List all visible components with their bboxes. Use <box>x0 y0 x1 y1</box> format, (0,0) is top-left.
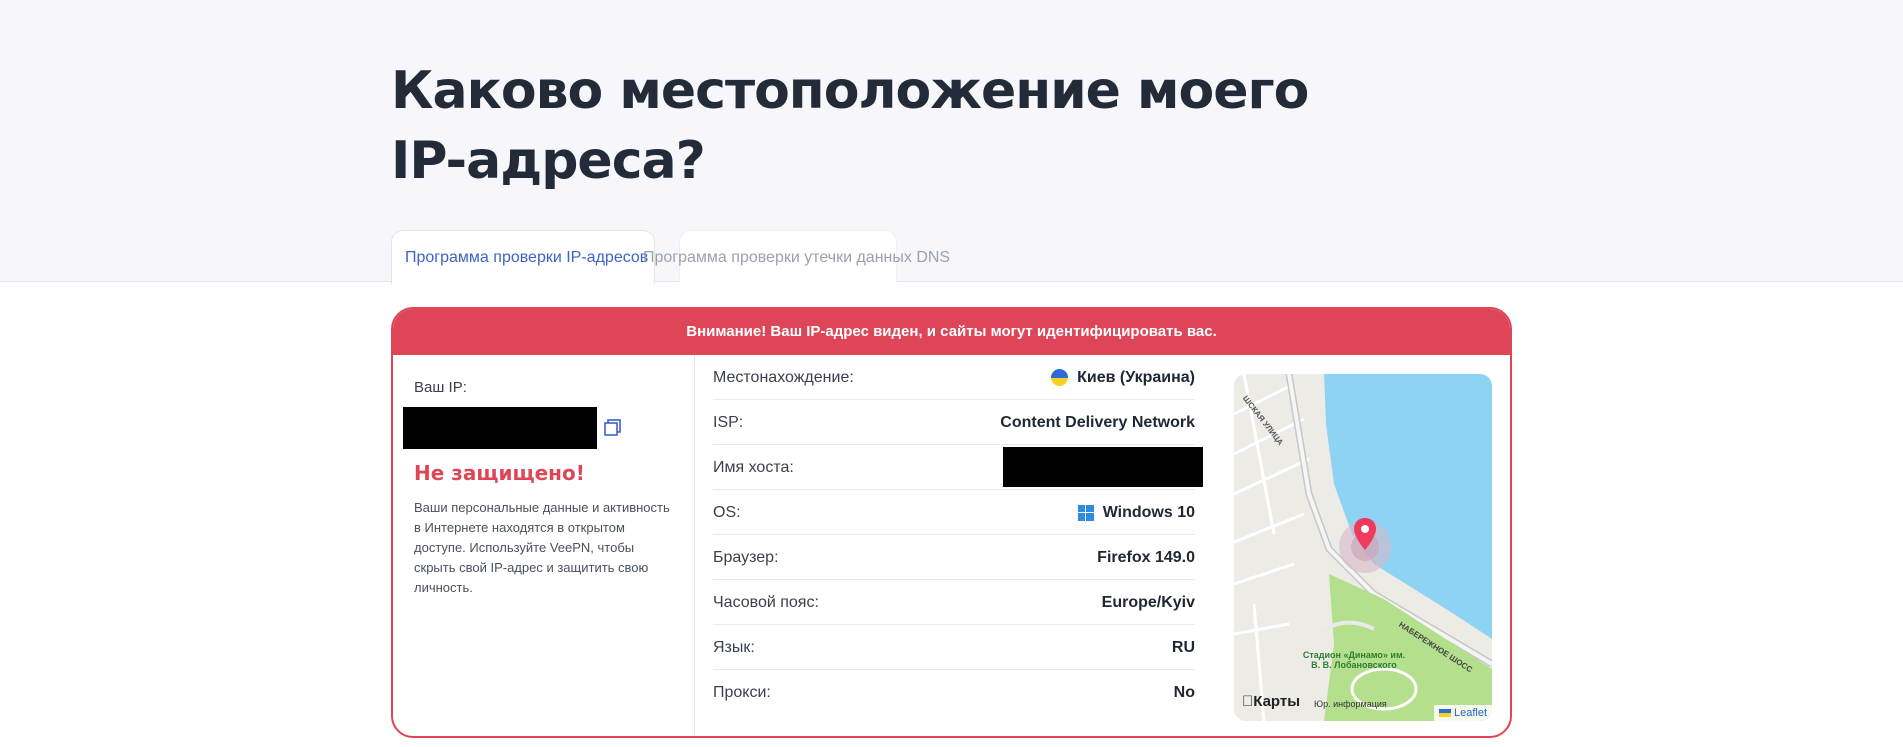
unprotected-status: Не защищено! <box>414 461 585 485</box>
row-hostname: Имя хоста: <box>713 445 1203 490</box>
isp-label: ISP: <box>713 414 744 431</box>
map-legal-link[interactable]: Юр. информация <box>1314 699 1387 709</box>
proxy-label: Прокси: <box>713 684 771 701</box>
hostname-redacted <box>1003 447 1203 487</box>
timezone-value: Europe/Kyiv <box>1101 594 1195 611</box>
isp-value: Content Delivery Network <box>1000 414 1195 431</box>
row-language: Язык: RU <box>713 625 1195 670</box>
tab-dns-leak-label: Программа проверки утечки данных DNS <box>643 249 951 266</box>
timezone-label: Часовой пояс: <box>713 594 819 611</box>
info-table: Местонахождение: Киев (Украина) ISP: Con… <box>713 355 1203 736</box>
stadium-label: Стадион «Динамо» им. В. В. Лобановского <box>1302 650 1406 670</box>
language-label: Язык: <box>713 639 755 656</box>
ukraine-flag-icon <box>1051 369 1069 386</box>
browser-label: Браузер: <box>713 549 779 566</box>
leaflet-attribution[interactable]: Leaflet <box>1433 705 1492 721</box>
ip-panel: Ваш IP: Не защищено! Ваши персональные д… <box>393 355 695 736</box>
proxy-value: No <box>1173 684 1195 701</box>
location-map[interactable]: ШСКАЯ УЛИЦА НАБЕРЕЖНОЕ ШОСС Стадион «Дин… <box>1234 374 1492 721</box>
maps-brand-label: Карты <box>1242 693 1300 710</box>
row-location: Местонахождение: Киев (Украина) <box>713 355 1195 400</box>
ukraine-flag-small-icon <box>1438 709 1451 717</box>
os-value-wrap: Windows 10 <box>1077 490 1195 535</box>
leaflet-link[interactable]: Leaflet <box>1454 707 1487 719</box>
location-label: Местонахождение: <box>713 369 854 386</box>
tab-dns-leak-checker[interactable]: Программа проверки утечки данных DNS <box>643 230 950 283</box>
hostname-label: Имя хоста: <box>713 459 794 476</box>
ip-label: Ваш IP: <box>414 379 467 396</box>
row-timezone: Часовой пояс: Europe/Kyiv <box>713 580 1195 625</box>
privacy-description: Ваши персональные данные и активность в … <box>414 500 670 595</box>
page-title: Каково местоположение моего IP-адреса? <box>391 61 1309 191</box>
maps-brand-wrap: Карты <box>1242 693 1300 710</box>
ip-info-card: Внимание! Ваш IP-адрес виден, и сайты мо… <box>391 307 1512 738</box>
language-value: RU <box>1171 639 1195 656</box>
row-isp: ISP: Content Delivery Network <box>713 400 1195 445</box>
os-value: Windows 10 <box>1102 504 1195 521</box>
browser-value: Firefox 149.0 <box>1097 549 1195 566</box>
row-os: OS: Windows 10 <box>713 490 1195 535</box>
warning-banner: Внимание! Ваш IP-адрес виден, и сайты мо… <box>393 309 1510 355</box>
ip-address-redacted <box>403 407 597 449</box>
tab-ip-checker[interactable]: Программа проверки IP-адресов <box>391 230 655 284</box>
location-pin-icon <box>1354 518 1376 550</box>
windows-icon <box>1077 504 1094 521</box>
row-proxy: Прокси: No <box>713 670 1195 715</box>
row-browser: Браузер: Firefox 149.0 <box>713 535 1195 580</box>
location-value-wrap: Киев (Украина) <box>1051 355 1195 400</box>
copy-icon[interactable] <box>602 417 624 439</box>
location-value: Киев (Украина) <box>1077 369 1195 386</box>
os-label: OS: <box>713 504 741 521</box>
